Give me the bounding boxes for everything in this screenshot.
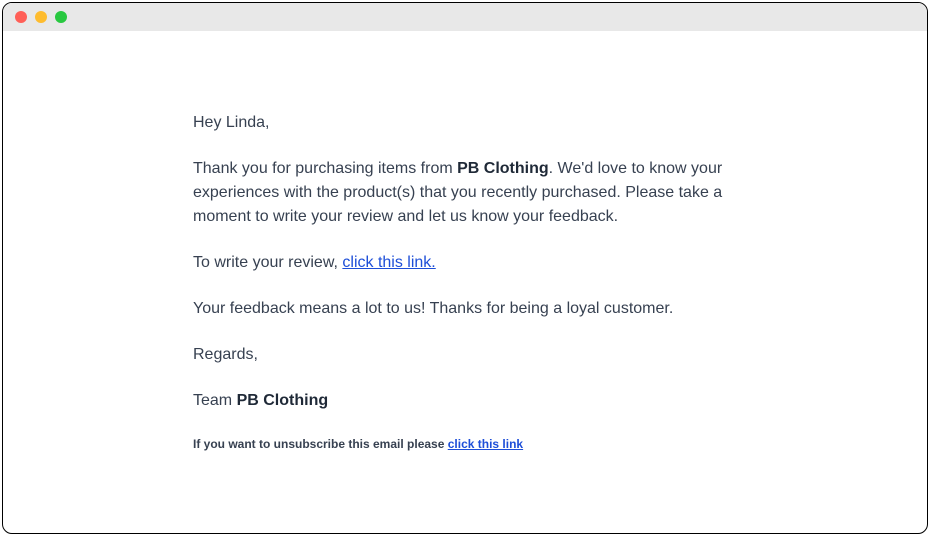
window-frame: Hey Linda, Thank you for purchasing item… [2, 2, 928, 534]
brand-name: PB Clothing [457, 160, 549, 177]
feedback-paragraph: Your feedback means a lot to us! Thanks … [193, 297, 737, 321]
email-body: Hey Linda, Thank you for purchasing item… [3, 31, 927, 505]
footer-pre: If you want to unsubscribe this email pl… [193, 437, 448, 451]
para2-pre: To write your review, [193, 254, 342, 271]
signoff: Regards, [193, 343, 737, 367]
review-link[interactable]: click this link. [342, 254, 435, 271]
thank-you-paragraph: Thank you for purchasing items from PB C… [193, 157, 737, 229]
titlebar [3, 3, 927, 31]
review-paragraph: To write your review, click this link. [193, 251, 737, 275]
minimize-icon[interactable] [35, 11, 47, 23]
close-icon[interactable] [15, 11, 27, 23]
unsubscribe-footer: If you want to unsubscribe this email pl… [193, 435, 737, 453]
team-signature: Team PB Clothing [193, 389, 737, 413]
para1-pre: Thank you for purchasing items from [193, 160, 457, 177]
greeting: Hey Linda, [193, 111, 737, 135]
team-brand: PB Clothing [237, 392, 329, 409]
maximize-icon[interactable] [55, 11, 67, 23]
unsubscribe-link[interactable]: click this link [448, 437, 523, 451]
team-pre: Team [193, 392, 237, 409]
